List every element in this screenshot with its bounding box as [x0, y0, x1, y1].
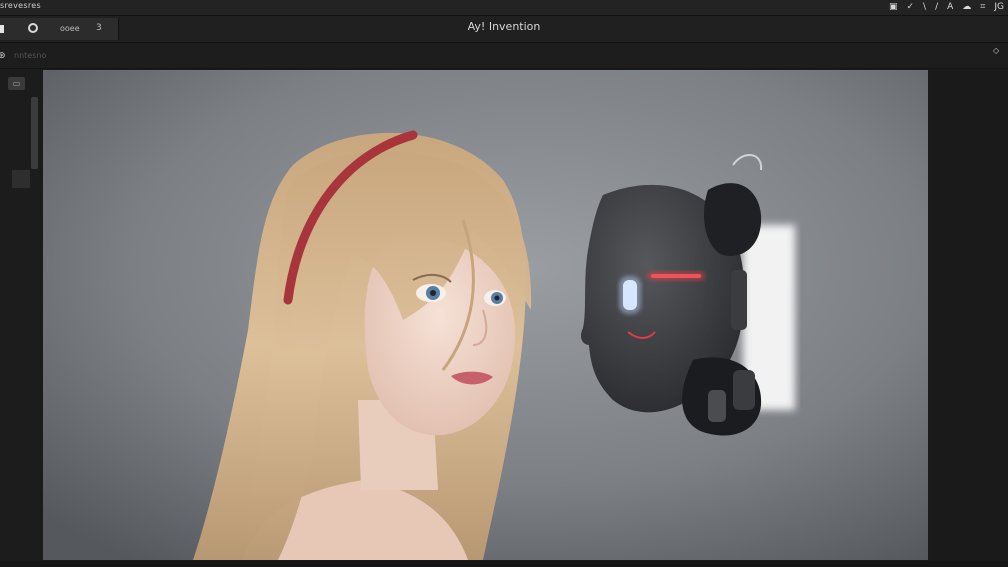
layers-icon[interactable]: JG: [994, 1, 1004, 13]
canvas-artwork: [43, 70, 928, 560]
cloud-icon[interactable]: ☁: [962, 1, 971, 13]
panel-scrollbar[interactable]: [31, 97, 38, 169]
app-name[interactable]: srevesres: [0, 1, 41, 10]
right-panel: [930, 69, 1008, 567]
tool-slot-icon[interactable]: [12, 170, 30, 188]
brush-icon[interactable]: ✓: [906, 1, 914, 13]
crop-icon[interactable]: ⌗: [980, 1, 985, 13]
window-title: Ay! Invention: [467, 20, 541, 33]
toolbar-icons: ▣ ✓ \ / A ☁ ⌗ JG: [889, 1, 1004, 13]
layer-thumbnail-icon[interactable]: ▭: [8, 77, 25, 90]
left-panel: ▭: [0, 69, 40, 567]
text-icon[interactable]: A: [947, 1, 953, 13]
subbar-label: nntesno: [14, 51, 47, 60]
eye-icon[interactable]: ⊛: [0, 51, 6, 61]
menu-bar: srevesres ▣ ✓ \ / A ☁ ⌗ JG: [0, 0, 1008, 16]
sub-bar: ⊛ nntesno: [0, 43, 1008, 69]
line-icon[interactable]: \: [923, 1, 926, 13]
status-bar: [0, 561, 1008, 567]
scroll-up-icon[interactable]: ◇: [993, 46, 999, 55]
pen-icon[interactable]: /: [935, 1, 938, 13]
window-icon[interactable]: ▣: [889, 1, 898, 13]
image-canvas[interactable]: [43, 70, 928, 560]
